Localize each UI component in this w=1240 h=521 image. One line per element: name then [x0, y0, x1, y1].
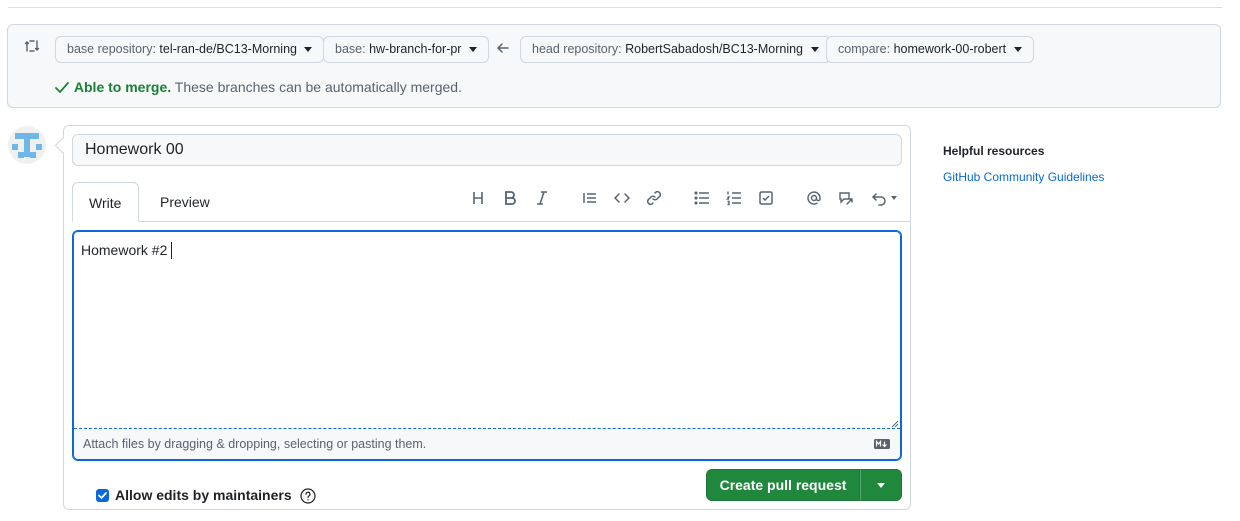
link-icon[interactable]: [645, 190, 663, 208]
compare-bar: base repository: tel-ran-de/BC13-Morning…: [7, 24, 1221, 108]
chevron-down-icon: [304, 47, 313, 52]
allow-edits-label: Allow edits by maintainers: [115, 487, 292, 503]
chevron-down-icon: [468, 47, 477, 52]
text-cursor: [171, 242, 173, 259]
attach-files-bar[interactable]: Attach files by dragging & dropping, sel…: [74, 428, 900, 459]
question-icon[interactable]: [299, 488, 316, 504]
merge-status-description: These branches can be automatically merg…: [174, 79, 462, 95]
base-branch-select[interactable]: base: hw-branch-for-pr: [323, 36, 489, 63]
ordered-list-icon[interactable]: [725, 190, 743, 208]
check-icon: [55, 82, 69, 94]
chevron-down-icon: [810, 47, 819, 52]
body-textarea[interactable]: Homework #2: [81, 242, 173, 259]
avatar: [8, 126, 46, 164]
body-editor[interactable]: Homework #2 Attach files by dragging & d…: [72, 230, 902, 461]
mention-icon[interactable]: [805, 190, 823, 208]
chevron-down-icon: [1013, 47, 1022, 52]
create-pull-request-dropdown[interactable]: [860, 469, 902, 501]
head-repository-select[interactable]: head repository: RobertSabadosh/BC13-Mor…: [520, 36, 831, 63]
create-pull-request-button[interactable]: Create pull request: [706, 469, 860, 501]
allow-edits-option[interactable]: Allow edits by maintainers: [96, 487, 316, 504]
tab-preview[interactable]: Preview: [144, 182, 226, 222]
quote-icon[interactable]: [581, 190, 599, 208]
heading-icon[interactable]: [469, 190, 487, 208]
compare-branch-select[interactable]: compare: homework-00-robert: [826, 36, 1034, 63]
top-divider: [8, 7, 1222, 8]
task-list-icon[interactable]: [757, 190, 775, 208]
create-pull-request-group: Create pull request: [706, 469, 902, 501]
markdown-icon: [874, 439, 890, 449]
chevron-down-icon: [891, 196, 898, 200]
sidebar-heading: Helpful resources: [943, 144, 1045, 158]
allow-edits-checkbox[interactable]: [96, 489, 109, 502]
code-icon[interactable]: [613, 190, 631, 208]
merge-status: Able to merge. These branches can be aut…: [54, 78, 462, 96]
community-guidelines-link[interactable]: GitHub Community Guidelines: [943, 170, 1104, 184]
tab-write[interactable]: Write: [72, 182, 139, 222]
chevron-down-icon: [877, 483, 885, 488]
unordered-list-icon[interactable]: [693, 190, 711, 208]
base-repository-select[interactable]: base repository: tel-ran-de/BC13-Morning: [55, 36, 325, 63]
merge-status-label: Able to merge.: [73, 79, 172, 95]
bold-icon[interactable]: [501, 190, 519, 208]
italic-icon[interactable]: [533, 190, 551, 208]
undo-icon[interactable]: [869, 190, 899, 208]
title-input[interactable]: [72, 134, 902, 166]
compare-icon: [24, 40, 40, 52]
reference-icon[interactable]: [837, 190, 855, 208]
resize-handle-icon[interactable]: [891, 420, 899, 428]
arrow-left-icon: [496, 43, 509, 53]
